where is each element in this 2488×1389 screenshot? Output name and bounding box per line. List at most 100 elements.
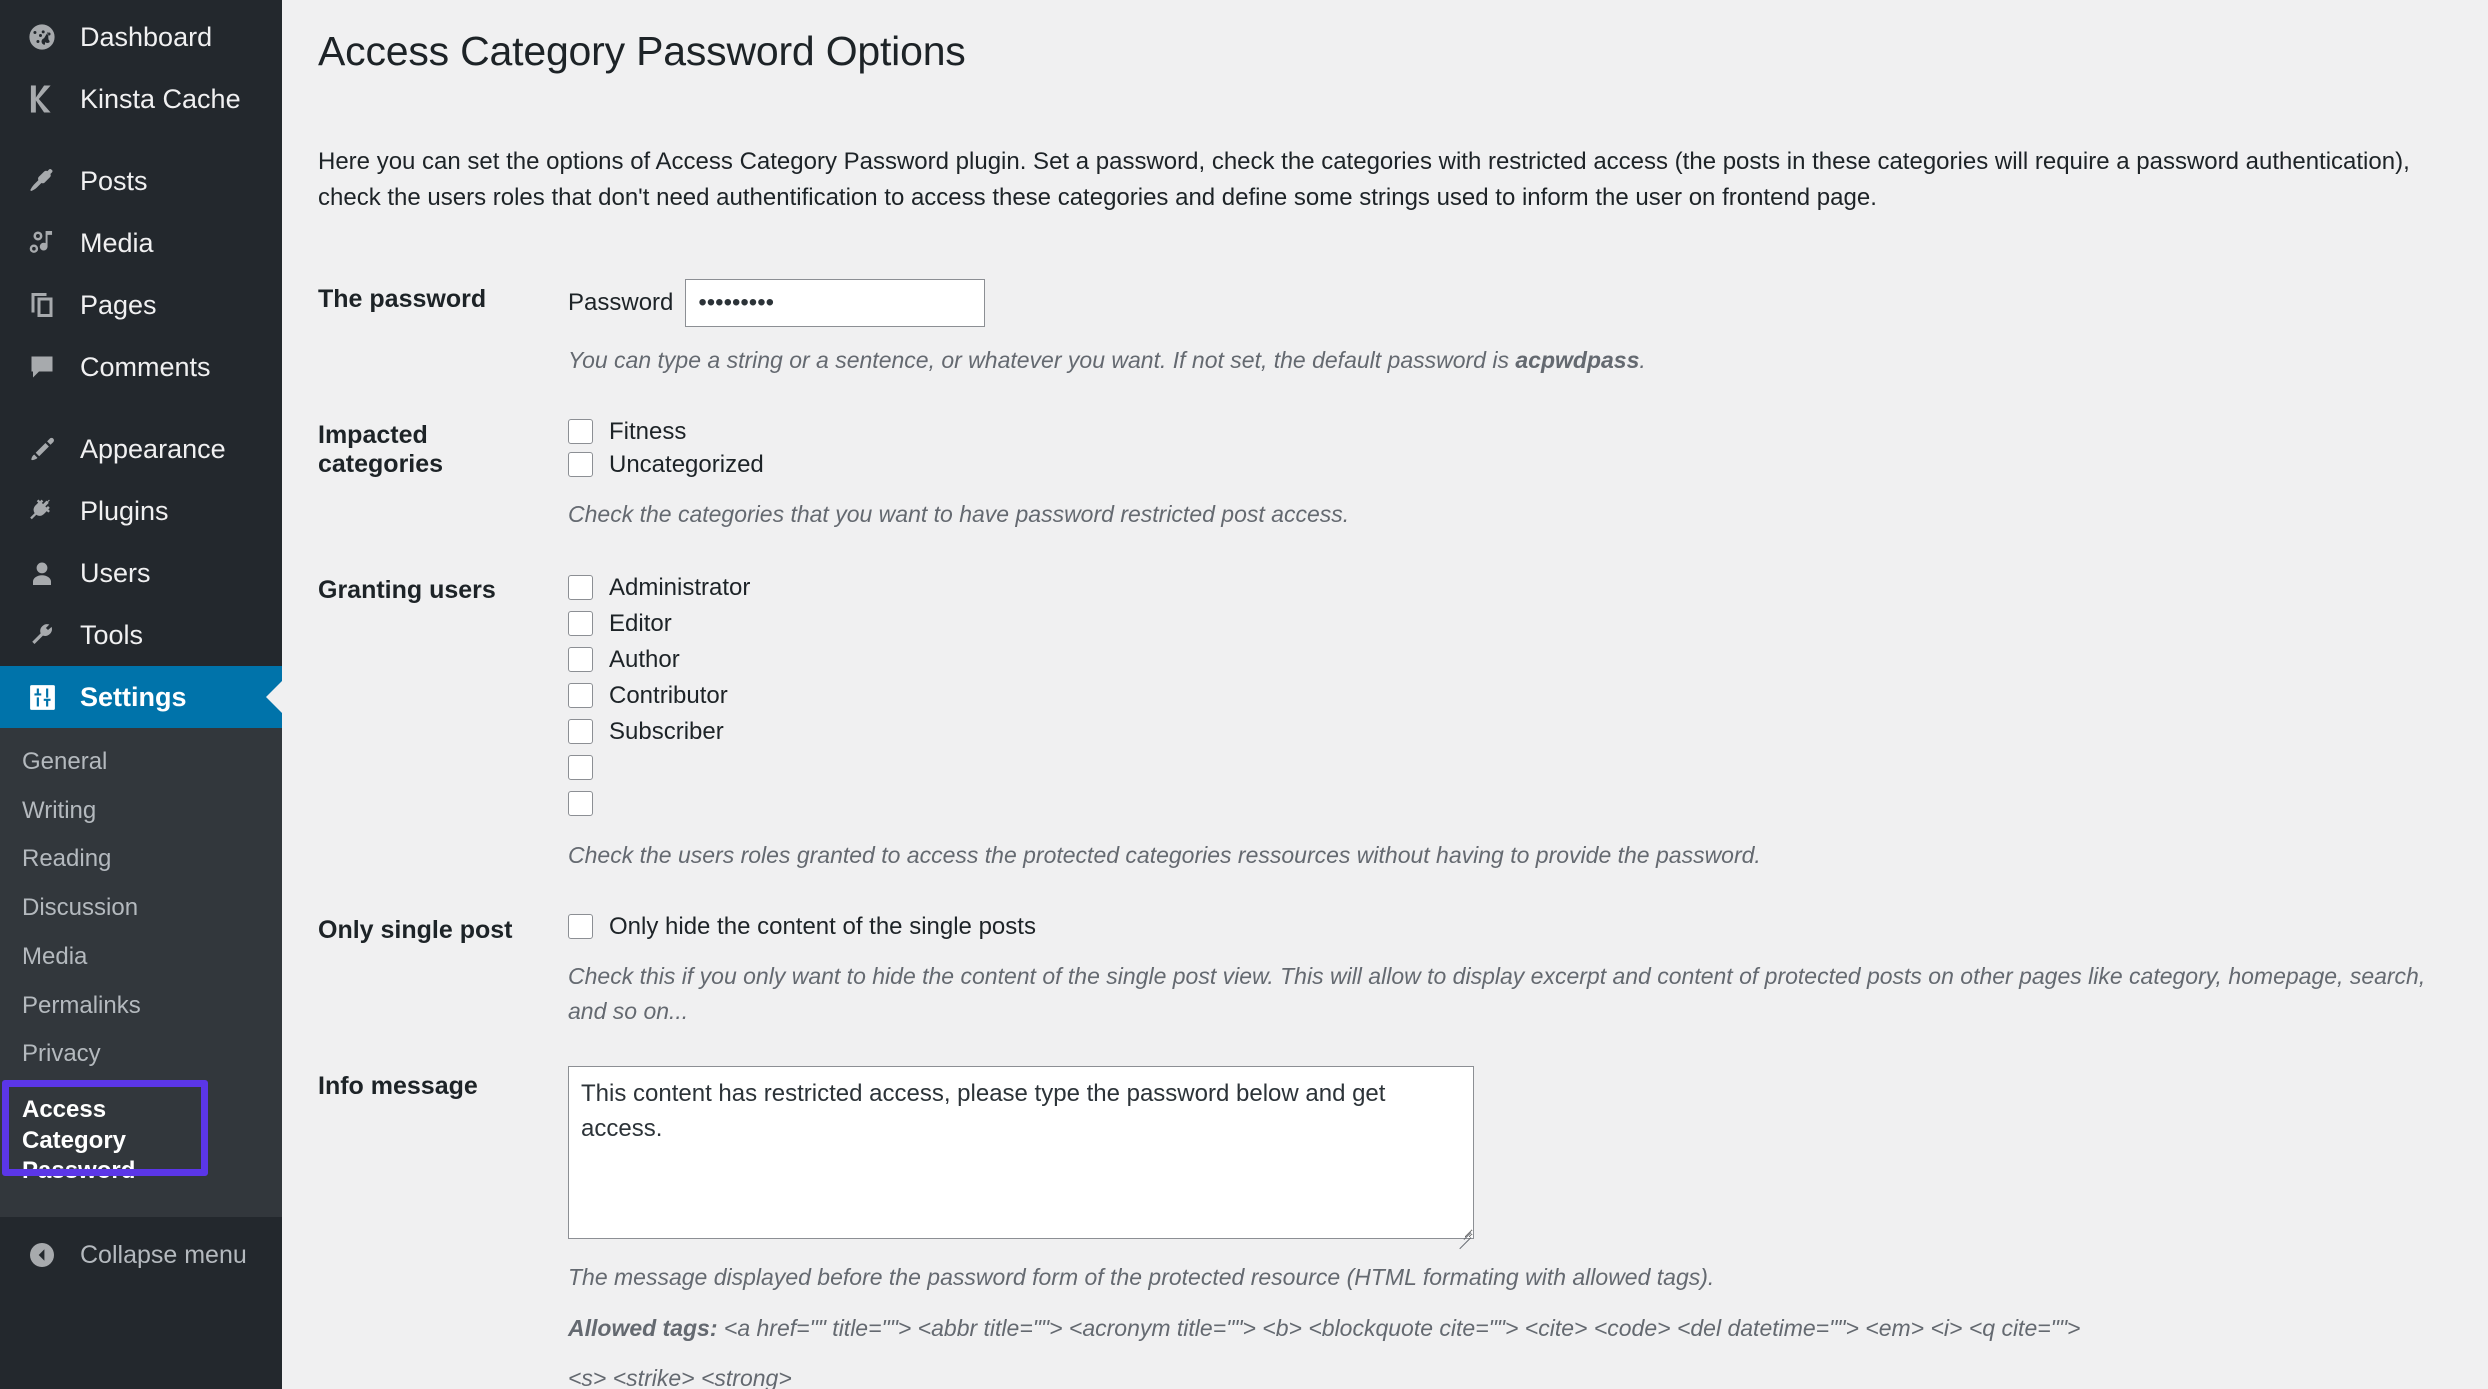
sidebar-item-label: Dashboard [80,21,213,52]
checkbox-row[interactable]: Author [568,642,2468,678]
checkbox-label: Administrator [609,573,751,601]
sidebar-item-pages[interactable]: Pages [0,274,282,336]
checkbox-row[interactable]: Uncategorized [568,448,2468,481]
checkbox-only-hide-single-post-content[interactable] [568,914,593,940]
checkbox-label: Only hide the content of the single post… [609,912,1036,940]
sidebar-subitem-permalinks[interactable]: Permalinks [0,982,282,1031]
impacted-categories-description: Check the categories that you want to ha… [568,501,1350,528]
allowed-tags-line-2: <s> <strike> <strong> [568,1365,792,1389]
sidebar-item-users[interactable]: Users [0,542,282,604]
sidebar-item-comments[interactable]: Comments [0,336,282,398]
sidebar-item-label: Appearance [80,433,226,464]
password-description-prefix: You can type a string or a sentence, or … [568,346,1516,373]
paintbrush-icon [18,434,66,464]
sidebar-item-tools[interactable]: Tools [0,604,282,666]
impacted-categories-list: Fitness Uncategorized [568,415,2468,481]
checkbox-label: Author [609,645,680,673]
granting-users-description: Check the users roles granted to access … [568,841,1761,868]
checkbox-row[interactable] [568,786,2468,822]
checkbox-editor[interactable] [568,611,593,637]
sidebar-subitem-access-category-password[interactable]: Access Category Password [0,1083,200,1199]
pages-icon [18,290,66,320]
pin-icon [18,166,66,196]
form-row-info-message: Info message The message displayed befor… [318,1046,2468,1389]
user-icon [18,558,66,588]
sidebar-item-plugins[interactable]: Plugins [0,480,282,542]
sidebar-item-label: Media [80,227,154,258]
sidebar-subitem-access-category-password-wrapper: Access Category Password [0,1080,282,1199]
password-default-value: acpwdpass [1515,346,1640,373]
sidebar-item-label: Plugins [80,495,169,526]
checkbox-row[interactable]: Contributor [568,678,2468,714]
row-label-impacted-categories: Impacted categories [318,421,444,479]
password-input[interactable] [685,278,986,327]
checkbox-unnamed-role-2[interactable] [568,791,593,817]
row-label-password: The password [318,284,487,313]
info-message-description: The message displayed before the passwor… [568,1264,1715,1291]
checkbox-row[interactable]: Editor [568,606,2468,642]
sidebar-item-appearance[interactable]: Appearance [0,418,282,480]
checkbox-row[interactable] [568,750,2468,786]
checkbox-label: Uncategorized [609,450,764,478]
sidebar-subitem-general[interactable]: General [0,738,282,787]
info-message-textarea-wrapper [568,1066,1474,1250]
kinsta-k-icon [18,83,66,115]
checkbox-row[interactable]: Fitness [568,415,2468,448]
sidebar-subitem-media[interactable]: Media [0,933,282,982]
checkbox-author[interactable] [568,647,593,673]
sidebar-subitem-reading[interactable]: Reading [0,835,282,884]
sidebar-item-media[interactable]: Media [0,212,282,274]
sidebar-item-label: Pages [80,289,157,320]
checkbox-row[interactable]: Only hide the content of the single post… [568,910,2468,943]
sidebar-item-label: Kinsta Cache [80,83,241,114]
admin-sidebar: Dashboard Kinsta Cache Posts Media Pages… [0,0,282,1389]
form-row-granting-users: Granting users Administrator Editor Auth… [318,550,2468,891]
checkbox-contributor[interactable] [568,683,593,709]
row-label-only-single-post: Only single post [318,916,513,945]
checkbox-unnamed-role-1[interactable] [568,755,593,781]
allowed-tags-list-1: <a href="" title=""> <abbr title=""> <ac… [717,1314,2081,1341]
settings-form-table: The password Password You can type a str… [318,259,2468,1389]
checkbox-row[interactable]: Administrator [568,570,2468,606]
checkbox-uncategorized[interactable] [568,452,593,478]
comment-icon [18,352,66,382]
sidebar-item-label: Settings [80,681,187,712]
checkbox-fitness[interactable] [568,419,593,445]
checkbox-administrator[interactable] [568,575,593,601]
sidebar-subitem-privacy[interactable]: Privacy [0,1030,282,1079]
sidebar-subitem-discussion[interactable]: Discussion [0,884,282,933]
checkbox-row[interactable]: Subscriber [568,714,2468,750]
password-field-group: Password [568,278,2468,327]
form-row-only-single-post: Only single post Only hide the content o… [318,890,2468,1046]
sidebar-item-label: Posts [80,165,148,196]
form-row-impacted-categories: Impacted categories Fitness Uncategorize… [318,395,2468,550]
sidebar-item-kinsta-cache[interactable]: Kinsta Cache [0,68,282,130]
sidebar-item-dashboard[interactable]: Dashboard [0,6,282,68]
sidebar-subitem-writing[interactable]: Writing [0,787,282,836]
checkbox-label: Editor [609,609,672,637]
allowed-tags-label: Allowed tags: [568,1314,718,1341]
only-single-post-description: Check this if you only want to hide the … [568,963,2426,1024]
wrench-icon [18,620,66,650]
plug-icon [18,496,66,526]
media-icon [18,228,66,258]
sidebar-item-label: Users [80,557,151,588]
wordpress-admin-screen: Dashboard Kinsta Cache Posts Media Pages… [0,0,2488,1389]
settings-sliders-icon [18,682,66,713]
sidebar-item-posts[interactable]: Posts [0,150,282,212]
page-intro-text: Here you can set the options of Access C… [318,148,2410,212]
row-label-granting-users: Granting users [318,575,496,604]
sidebar-item-label: Comments [80,351,211,382]
checkbox-label: Fitness [609,417,687,445]
collapse-menu-button[interactable]: Collapse menu [0,1225,282,1285]
settings-submenu: General Writing Reading Discussion Media… [0,728,282,1218]
info-message-textarea[interactable] [568,1066,1474,1240]
password-description-suffix: . [1639,346,1646,373]
form-row-password: The password Password You can type a str… [318,259,2468,396]
checkbox-subscriber[interactable] [568,719,593,745]
sidebar-item-settings[interactable]: Settings [0,666,282,728]
sidebar-separator [0,398,282,418]
checkbox-label: Subscriber [609,717,724,745]
main-content: Access Category Password Options Here yo… [282,0,2488,1389]
collapse-left-icon [18,1240,66,1270]
